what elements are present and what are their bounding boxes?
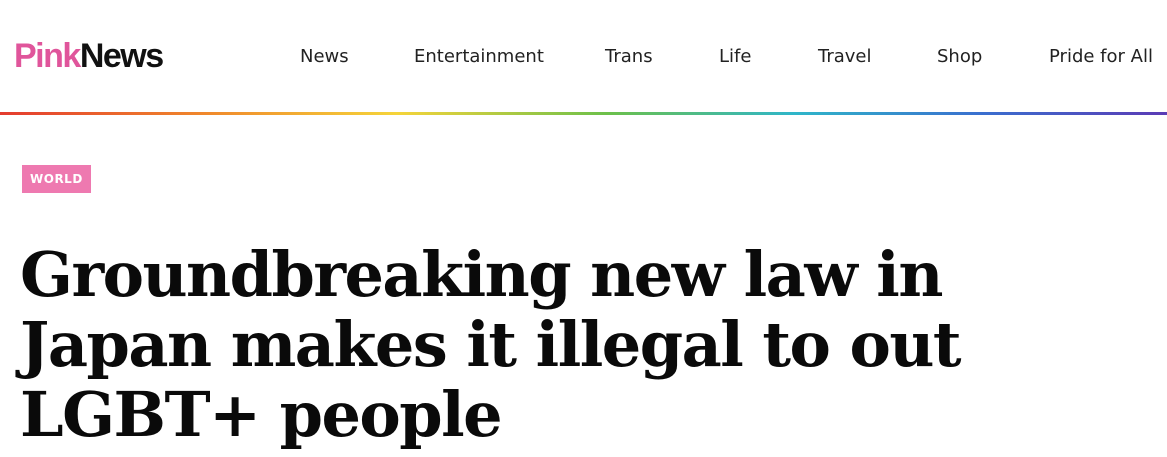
category-badge[interactable]: WORLD <box>22 165 91 193</box>
nav-item-travel[interactable]: Travel <box>818 44 872 70</box>
rainbow-divider <box>0 112 1167 115</box>
article-headline: Groundbreaking new law in Japan makes it… <box>20 238 962 451</box>
site-header: PinkNews News Entertainment Trans Life T… <box>0 0 1167 112</box>
nav-item-entertainment[interactable]: Entertainment <box>414 44 544 70</box>
nav-item-news[interactable]: News <box>300 44 349 70</box>
nav-item-life[interactable]: Life <box>719 44 751 70</box>
nav-item-pride-for-all[interactable]: Pride for All <box>1049 44 1153 70</box>
nav-item-shop[interactable]: Shop <box>937 44 982 70</box>
nav-item-trans[interactable]: Trans <box>605 44 653 70</box>
main-nav: News Entertainment Trans Life Travel Sho… <box>0 44 1167 70</box>
